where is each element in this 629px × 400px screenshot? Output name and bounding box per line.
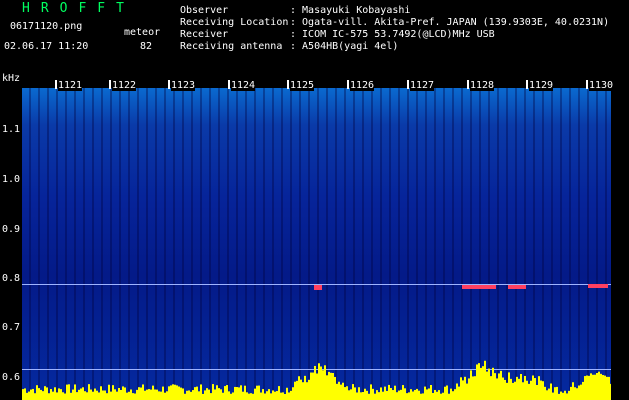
y-tick: 1.1	[2, 124, 21, 135]
time-tick-mark	[347, 80, 349, 89]
spectrogram	[22, 88, 611, 400]
time-tick-mark	[228, 80, 230, 89]
time-tick-mark	[168, 80, 170, 89]
time-tick-label: 1124	[231, 80, 256, 91]
time-tick-mark	[586, 80, 588, 89]
y-tick: 0.6	[2, 372, 21, 383]
antenna-value: : A504HB(yagi 4el)	[290, 41, 399, 52]
time-tick-mark	[109, 80, 111, 89]
y-tick: 1.0	[2, 174, 21, 185]
signal-bars	[22, 360, 611, 400]
y-tick: 0.8	[2, 273, 21, 284]
y-tick: 0.9	[2, 224, 21, 235]
time-tick-label: 1127	[410, 80, 435, 91]
antenna-label: Receiving antenna	[180, 41, 283, 52]
time-tick-label: 1130	[589, 80, 614, 91]
time-tick-label: 1123	[171, 80, 196, 91]
y-unit: kHz	[2, 73, 21, 84]
meteor-echo	[508, 285, 526, 289]
time-tick-label: 1129	[529, 80, 554, 91]
file-name: 06171120.png	[10, 21, 83, 32]
meteor-echo	[314, 285, 322, 290]
count: 82	[140, 41, 153, 52]
time-tick-mark	[287, 80, 289, 89]
time-tick-label: 1126	[350, 80, 375, 91]
time-tick-mark	[407, 80, 409, 89]
mode-label: meteor	[124, 27, 161, 38]
y-tick: 0.7	[2, 322, 21, 333]
time-tick-mark	[55, 80, 57, 89]
time-tick-label: 1125	[290, 80, 315, 91]
time-tick-mark	[467, 80, 469, 89]
time-tick-label: 1122	[112, 80, 137, 91]
logo: HROFFT	[22, 1, 135, 16]
time-tick-label: 1128	[470, 80, 495, 91]
meteor-echo	[462, 285, 496, 289]
time-tick-label: 1121	[58, 80, 83, 91]
time-tick-mark	[526, 80, 528, 89]
meteor-echo	[588, 284, 608, 288]
datetime: 02.06.17 11:20	[4, 41, 89, 52]
